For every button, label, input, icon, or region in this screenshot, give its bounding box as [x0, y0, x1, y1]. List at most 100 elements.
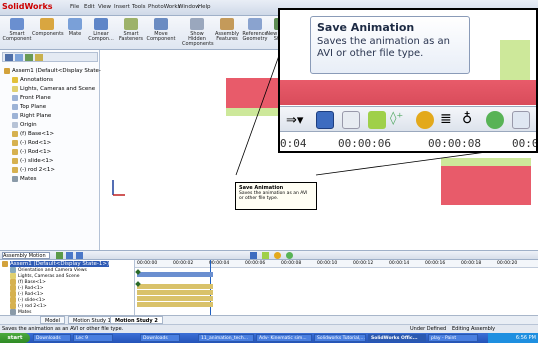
part-icon	[12, 130, 18, 137]
tree-item-assem[interactable]: Assem1 (Default<Display State-1>)	[4, 67, 111, 76]
time-label: 00:00:08	[428, 137, 481, 150]
task-animation[interactable]: 11_animation_tech...	[198, 334, 254, 342]
task-sw-tutorial[interactable]: Solidworks Tutorial,...	[314, 334, 366, 342]
tree-item-top-plane[interactable]: Top Plane	[12, 103, 46, 112]
motor-icon[interactable]	[416, 111, 434, 129]
tree-item-mates[interactable]: Mates	[12, 175, 37, 184]
menu-view[interactable]: View	[98, 4, 111, 10]
task-kinematic[interactable]: Adv- Kinematic sim...	[256, 334, 312, 342]
add-key-icon[interactable]: ◊⁺	[390, 111, 403, 126]
green-part	[226, 108, 286, 116]
system-tray: 6:56 PM	[488, 333, 538, 343]
move-component-button[interactable]: Move Component	[146, 17, 176, 49]
tick-label: 00:00:14	[389, 261, 410, 266]
menu-window[interactable]: Window	[178, 4, 200, 10]
animation-wizard-icon[interactable]	[342, 111, 360, 129]
timeline-track[interactable]	[137, 272, 213, 277]
tree-item-right-plane[interactable]: Right Plane	[12, 112, 51, 121]
tick-label: 00:00:12	[353, 261, 374, 266]
menu-photoworks[interactable]: PhotoWorks	[148, 4, 180, 10]
tick-label: 00:00:10	[317, 261, 338, 266]
tick-label: 00:00:20	[497, 261, 518, 266]
menu-tools[interactable]: Tools	[132, 4, 146, 10]
small-tooltip: Save Animation Saves the animation as an…	[235, 182, 317, 210]
timeline-track[interactable]	[137, 290, 213, 295]
tab-motion-study-2[interactable]: Motion Study 2	[110, 316, 163, 324]
task-paint[interactable]: play - Paint	[428, 334, 478, 342]
spring-icon[interactable]: ≣	[440, 111, 452, 127]
tooltip-title: Save Animation	[317, 21, 415, 34]
gravity-icon[interactable]	[486, 111, 504, 129]
menu-insert[interactable]: Insert	[114, 4, 130, 10]
play-icon[interactable]	[66, 252, 73, 259]
arrow-right-icon: ⇒▾	[286, 113, 304, 128]
timeline-track[interactable]	[137, 284, 213, 289]
save-animation-icon[interactable]	[316, 111, 334, 129]
timeline-track[interactable]	[137, 302, 213, 307]
move-component-icon	[154, 18, 168, 30]
menu-file[interactable]: File	[70, 4, 79, 10]
components-button[interactable]: Components	[32, 17, 64, 49]
tree-item-rod1[interactable]: (-) Rod<1>	[12, 139, 51, 148]
linear-pattern-icon	[94, 18, 108, 30]
tree-item-rod-2[interactable]: (-) rod 2<1>	[12, 166, 55, 175]
task-downloads[interactable]: Downloads	[33, 334, 71, 342]
timeline-ruler: 00:00:00 00:00:02 00:00:04 00:00:06 00:0…	[135, 260, 538, 268]
study-type-select[interactable]: Assembly Motion	[2, 252, 50, 259]
save-animation-tooltip: Save Animation Saves the animation as an…	[310, 16, 470, 74]
plane-icon	[12, 103, 18, 110]
contact-icon[interactable]	[512, 111, 530, 129]
time-label: 0:04	[280, 137, 307, 150]
timeline-track[interactable]	[137, 296, 213, 301]
task-downloads-2[interactable]: Downloads	[140, 334, 180, 342]
show-hidden-icon	[190, 18, 204, 30]
feature-tree-tab-icon[interactable]	[5, 54, 13, 61]
smart-component-button[interactable]: Smart Component	[2, 17, 32, 49]
part-icon	[12, 139, 18, 146]
menu-edit[interactable]: Edit	[84, 4, 95, 10]
property-tab-icon[interactable]	[15, 54, 23, 61]
tab-motion-study-1[interactable]: Motion Study 1	[68, 316, 116, 324]
show-hidden-button[interactable]: Show Hidden Components	[182, 17, 214, 49]
part-icon	[12, 148, 18, 155]
smart-component-icon	[10, 18, 24, 30]
task-lec9[interactable]: Lec 9	[73, 334, 113, 342]
smart-fasteners-icon	[124, 18, 138, 30]
components-icon	[40, 18, 54, 30]
small-tooltip-body: Saves the animation as an AVI or other f…	[239, 191, 308, 201]
dim-tab-icon[interactable]	[35, 54, 43, 61]
assembly-icon	[4, 67, 10, 74]
motor-icon[interactable]	[274, 252, 281, 259]
damper-icon[interactable]: ♁	[462, 111, 472, 127]
assembly-features-button[interactable]: Assembly Features	[212, 17, 242, 49]
config-tab-icon[interactable]	[25, 54, 33, 61]
linear-pattern-button[interactable]: Linear Compon...	[86, 17, 116, 49]
menu-help[interactable]: Help	[198, 4, 211, 10]
zoom-inset: Save Animation Saves the animation as an…	[278, 8, 538, 153]
smart-fasteners-button[interactable]: Smart Fasteners	[116, 17, 146, 49]
calculate-icon[interactable]	[56, 252, 63, 259]
task-solidworks[interactable]: SolidWorks Offic...	[368, 334, 426, 342]
tree-toolbar	[2, 52, 98, 62]
autokey-icon[interactable]	[368, 111, 386, 129]
tree-item-origin[interactable]: Origin	[12, 121, 37, 130]
start-button[interactable]: start	[0, 333, 30, 343]
tooltip-body: Saves the animation as an AVI or other f…	[317, 36, 450, 59]
tree-item-base[interactable]: (f) Base<1>	[12, 130, 54, 139]
motion-manager-toolbar: Assembly Motion	[0, 250, 538, 260]
tick-label: 00:00:00	[137, 261, 158, 266]
annotations-icon	[12, 76, 18, 83]
tree-item-lights[interactable]: Lights, Cameras and Scene	[12, 85, 95, 94]
gravity-icon[interactable]	[286, 252, 293, 259]
tab-model[interactable]: Model	[40, 316, 66, 324]
tree-item-annotations[interactable]: Annotations	[12, 76, 53, 85]
stop-icon[interactable]	[76, 252, 83, 259]
tick-label: 00:00:04	[209, 261, 230, 266]
autokey-icon[interactable]	[262, 252, 269, 259]
tree-item-front-plane[interactable]: Front Plane	[12, 94, 51, 103]
tree-item-slide[interactable]: (-) slide<1>	[12, 157, 54, 166]
plane-icon	[12, 94, 18, 101]
origin-icon	[12, 121, 18, 128]
save-animation-icon[interactable]	[250, 252, 257, 259]
tree-item-rod2[interactable]: (-) Rod<1>	[12, 148, 51, 157]
